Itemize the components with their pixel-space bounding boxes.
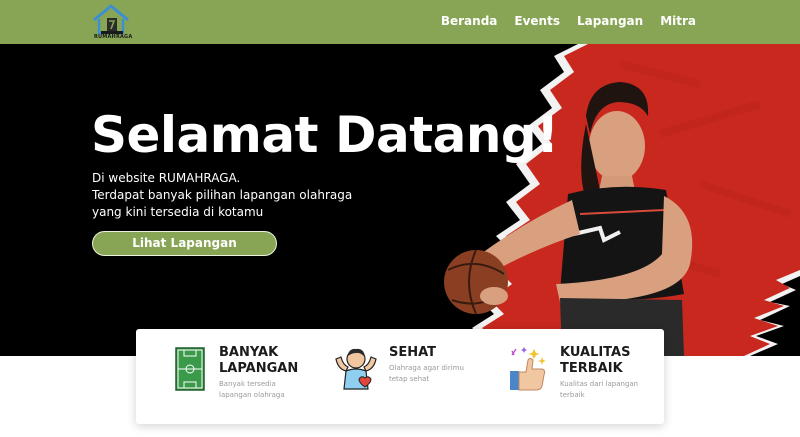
feature-description-line: terbaik bbox=[560, 391, 585, 399]
logo-text: RUMAHRAGA bbox=[94, 34, 133, 40]
hero-banner: Selamat Datang! Di website RUMAHRAGA. Te… bbox=[0, 44, 800, 356]
nav-link-beranda[interactable]: Beranda bbox=[441, 14, 498, 28]
hero-description: Di website RUMAHRAGA. Terdapat banyak pi… bbox=[92, 170, 392, 221]
feature-title-line: KUALITAS bbox=[560, 345, 631, 360]
thumbs-up-icon bbox=[510, 347, 546, 391]
hero-description-line: Di website RUMAHRAGA. bbox=[92, 171, 241, 185]
feature-description-line: Banyak tersedia bbox=[219, 380, 276, 388]
hero-description-line: yang kini tersedia di kotamu bbox=[92, 205, 264, 219]
feature-description: Kualitas dari lapangan terbaik bbox=[560, 379, 638, 401]
feature-description-line: Kualitas dari lapangan bbox=[560, 380, 639, 388]
lihat-lapangan-button[interactable]: Lihat Lapangan bbox=[92, 231, 277, 256]
feature-description: Olahraga agar dirimu tetap sehat bbox=[389, 363, 464, 385]
feature-title: BANYAK LAPANGAN bbox=[219, 345, 298, 377]
main-nav: Beranda Events Lapangan Mitra bbox=[441, 14, 696, 28]
feature-title-line: BANYAK bbox=[219, 345, 279, 360]
feature-title-line: TERBAIK bbox=[560, 361, 623, 376]
feature-title-line: LAPANGAN bbox=[219, 361, 299, 376]
feature-title: KUALITAS TERBAIK bbox=[560, 345, 630, 377]
page: RUMAHRAGA Beranda Events Lapangan Mitra bbox=[0, 0, 800, 437]
nav-link-lapangan[interactable]: Lapangan bbox=[577, 14, 643, 28]
hero-description-line: Terdapat banyak pilihan lapangan olahrag… bbox=[92, 188, 353, 202]
soccer-field-icon bbox=[175, 347, 205, 391]
feature-description-line: tetap sehat bbox=[389, 375, 430, 383]
hero-title: Selamat Datang! bbox=[91, 106, 559, 164]
feature-kualitas-terbaik: KUALITAS TERBAIK Kualitas dari lapangan … bbox=[506, 343, 666, 413]
feature-title-line: SEHAT bbox=[389, 345, 437, 360]
feature-description-line: lapangan olahraga bbox=[219, 391, 285, 399]
feature-banyak-lapangan: BANYAK LAPANGAN Banyak tersedia lapangan… bbox=[170, 343, 330, 413]
feature-description-line: Olahraga agar dirimu bbox=[389, 364, 464, 372]
feature-sehat: SEHAT Olahraga agar dirimu tetap sehat bbox=[334, 343, 494, 413]
feature-title: SEHAT bbox=[389, 345, 436, 361]
nav-link-events[interactable]: Events bbox=[514, 14, 560, 28]
feature-description: Banyak tersedia lapangan olahraga bbox=[219, 379, 285, 401]
features-card: BANYAK LAPANGAN Banyak tersedia lapangan… bbox=[136, 329, 664, 424]
navbar: RUMAHRAGA Beranda Events Lapangan Mitra bbox=[0, 0, 800, 44]
nav-link-mitra[interactable]: Mitra bbox=[660, 14, 696, 28]
healthy-person-icon bbox=[335, 348, 377, 390]
